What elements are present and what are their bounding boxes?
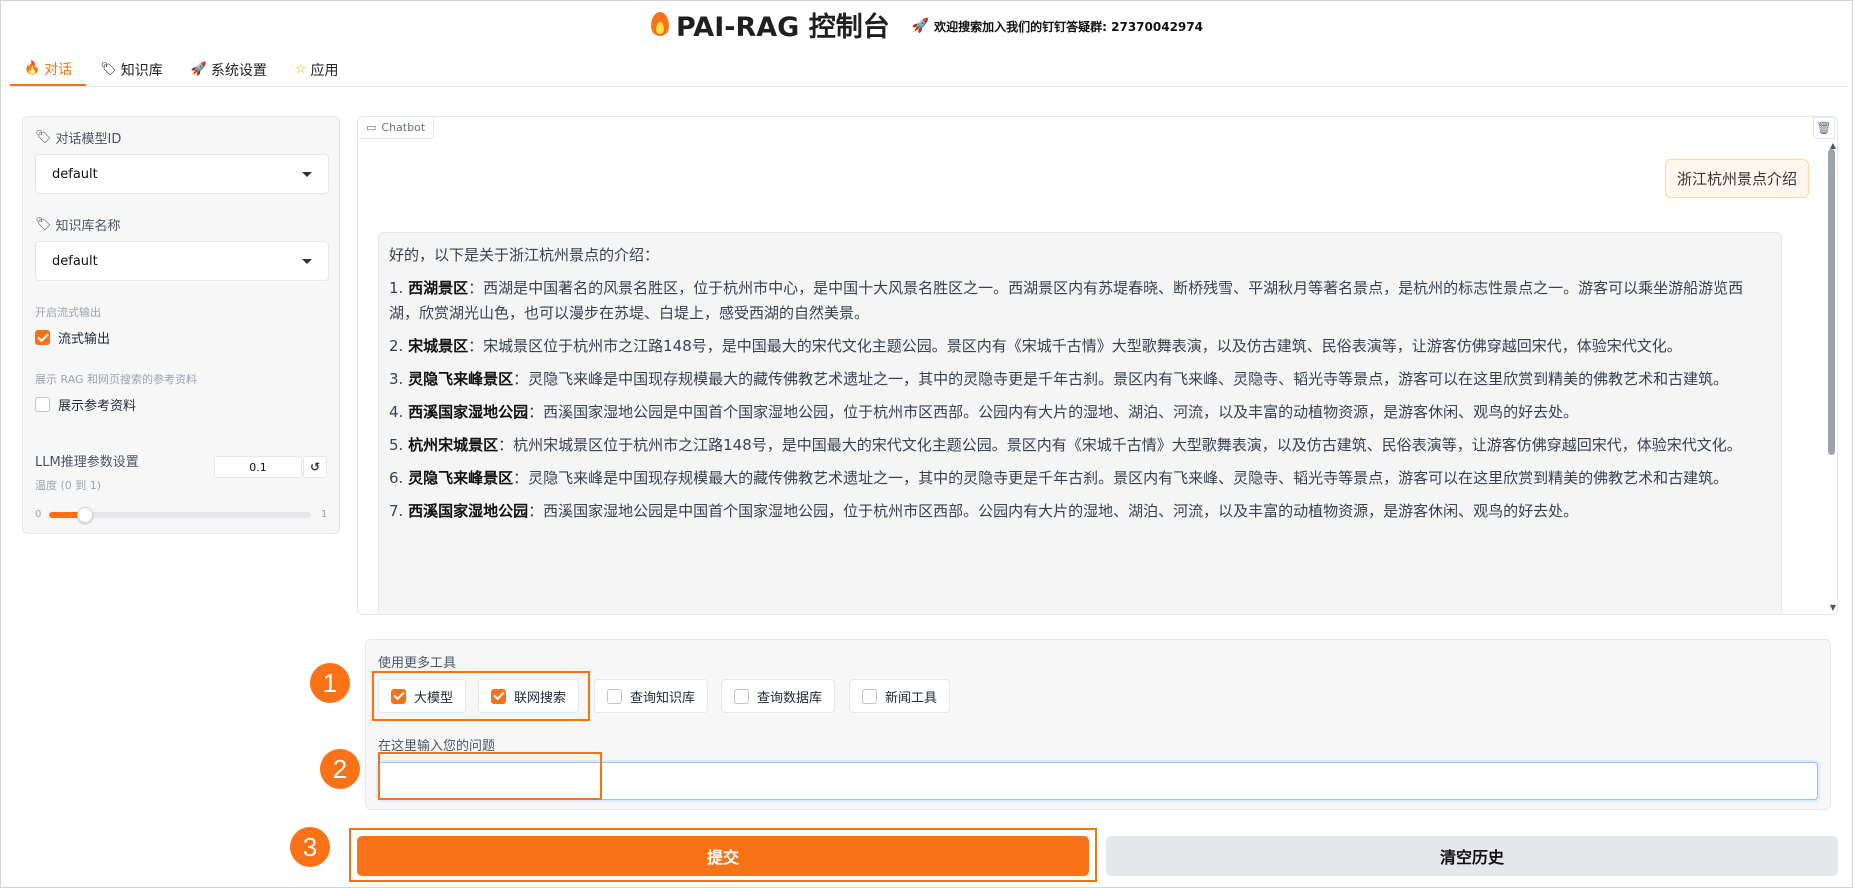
checkbox-checked[interactable] (35, 330, 50, 345)
kb-name-select[interactable]: default (35, 241, 329, 281)
ref-section-label: 展示 RAG 和网页搜索的参考资料 (35, 373, 198, 386)
tab-label: 对话 (44, 61, 73, 78)
bot-message: 好的，以下是关于浙江杭州景点的介绍： 1. 西湖景区：西湖是中国著名的风景名胜区… (378, 232, 1782, 614)
rocket-icon: 🚀 (911, 18, 930, 34)
model-id-select[interactable]: default (35, 154, 329, 194)
notice-text: 欢迎搜索加入我们的钉钉答疑群: 27370042974 (934, 19, 1203, 34)
list-item: 6. 灵隐飞来峰景区：灵隐飞来峰是中国现存规模最大的藏传佛教艺术遗址之一，其中的… (389, 469, 1729, 487)
tool-query-db[interactable]: 查询数据库 (721, 679, 836, 713)
tool-label: 查询知识库 (630, 690, 696, 706)
slider-max: 1 (321, 509, 328, 520)
tag-icon: 🏷 (100, 62, 117, 77)
submit-button[interactable]: 提交 (357, 836, 1089, 876)
stream-output-label: 流式输出 (58, 332, 111, 347)
model-id-label: 🏷 对话模型ID (35, 128, 121, 147)
rocket-icon: 🚀 (190, 62, 207, 77)
show-references-checkbox[interactable]: 展示参考资料 (35, 395, 136, 414)
list-item: 3. 灵隐飞来峰景区：灵隐飞来峰是中国现存规模最大的藏传佛教艺术遗址之一，其中的… (389, 370, 1729, 388)
tools-panel: 使用更多工具 大模型 联网搜索 查询知识库 查询数据库 新闻工具 在这里输入您的… (365, 639, 1831, 810)
chevron-down-icon (302, 258, 312, 264)
step-badge-3: 3 (290, 827, 330, 867)
tab-label: 知识库 (120, 62, 163, 79)
checkbox-unchecked[interactable] (862, 688, 877, 704)
list-item: 1. 西湖景区：西湖是中国著名的风景名胜区，位于杭州市中心，是中国十大风景名胜区… (389, 279, 1744, 322)
tab-label: 应用 (310, 62, 339, 79)
checkbox-checked[interactable] (491, 688, 506, 704)
step-badge-2: 2 (320, 749, 360, 789)
temperature-label: 温度 (0 到 1) (35, 479, 102, 492)
list-item: 7. 西溪国家湿地公园：西溪国家湿地公园是中国首个国家湿地公园，位于杭州市区西部… (389, 502, 1579, 520)
chatbot-label-text: Chatbot (381, 121, 426, 134)
header: PAI-RAG 控制台 🚀 欢迎搜索加入我们的钉钉答疑群: 2737004297… (0, 5, 1853, 44)
chat-scrollbar[interactable] (1828, 149, 1835, 455)
flame-icon (650, 10, 670, 38)
model-id-label-text: 对话模型ID (55, 132, 122, 147)
tab-bar: 🔥 对话 🏷 知识库 🚀 系统设置 ☆ 应用 (10, 53, 353, 86)
star-icon: ☆ (294, 62, 307, 77)
trash-icon[interactable]: 🗑 (1813, 117, 1835, 139)
app-title-text: PAI-RAG 控制台 (676, 11, 890, 43)
show-references-label: 展示参考资料 (58, 399, 137, 414)
tools-title: 使用更多工具 (378, 656, 457, 671)
list-item: 4. 西溪国家湿地公园：西溪国家湿地公园是中国首个国家湿地公园，位于杭州市区西部… (389, 403, 1579, 421)
temperature-input[interactable]: 0.1 (214, 456, 302, 478)
tool-label: 联网搜索 (514, 690, 567, 706)
settings-panel: 🏷 对话模型ID default 🏷 知识库名称 default 开启流式输出 … (22, 116, 340, 534)
tool-llm[interactable]: 大模型 (378, 679, 467, 713)
tool-label: 查询数据库 (757, 690, 823, 706)
temperature-slider[interactable] (49, 507, 311, 523)
kb-name-label-text: 知识库名称 (55, 219, 121, 234)
slider-thumb[interactable] (77, 507, 93, 523)
tool-label: 新闻工具 (885, 690, 938, 706)
chatbot-label: ▭ Chatbot (358, 117, 435, 139)
checkbox-unchecked[interactable] (607, 688, 622, 704)
tool-label: 大模型 (414, 690, 454, 706)
bot-intro: 好的，以下是关于浙江杭州景点的介绍： (389, 246, 660, 264)
tab-divider (10, 86, 1848, 87)
flame-icon: 🔥 (24, 61, 41, 76)
list-item: 5. 杭州宋城景区：杭州宋城景区位于杭州市之江路148号，是中国最大的宋代文化主… (389, 436, 1742, 454)
reset-icon[interactable]: ↺ (303, 456, 327, 478)
tool-query-kb[interactable]: 查询知识库 (594, 679, 709, 713)
user-message: 浙江杭州景点介绍 (1664, 159, 1809, 198)
question-label: 在这里输入您的问题 (378, 739, 496, 754)
tag-icon: 🏷 (35, 130, 52, 145)
kb-name-value: default (52, 253, 98, 269)
chat-bubble-icon: ▭ (366, 121, 377, 134)
slider-min: 0 (35, 509, 42, 520)
clear-history-button[interactable]: 清空历史 (1106, 836, 1838, 876)
list-item: 2. 宋城景区：宋城景区位于杭州市之江路148号，是中国最大的宋代文化主题公园。… (389, 337, 1682, 355)
notice: 🚀 欢迎搜索加入我们的钉钉答疑群: 27370042974 (912, 18, 1203, 35)
tool-news[interactable]: 新闻工具 (849, 679, 951, 713)
kb-name-label: 🏷 知识库名称 (35, 215, 121, 234)
tab-label: 系统设置 (210, 62, 267, 79)
stream-section-label: 开启流式输出 (35, 306, 101, 319)
chatbot-panel: ▭ Chatbot 🗑 浙江杭州景点介绍 好的，以下是关于浙江杭州景点的介绍： … (357, 116, 1838, 615)
stream-output-checkbox[interactable]: 流式输出 (35, 328, 110, 347)
question-input[interactable] (378, 762, 1818, 800)
tab-apps[interactable]: ☆ 应用 (281, 53, 353, 86)
model-id-value: default (52, 166, 98, 182)
step-badge-1: 1 (310, 663, 350, 703)
tool-web-search[interactable]: 联网搜索 (478, 679, 580, 713)
app-title: PAI-RAG 控制台 (650, 5, 890, 44)
checkbox-unchecked[interactable] (734, 688, 749, 704)
scroll-down-icon[interactable]: ▼ (1830, 603, 1836, 612)
llm-params-label: LLM推理参数设置 (35, 455, 139, 470)
tag-icon: 🏷 (35, 217, 52, 232)
tab-chat[interactable]: 🔥 对话 (10, 53, 87, 86)
checkbox-checked[interactable] (391, 688, 406, 704)
chevron-down-icon (302, 171, 312, 177)
checkbox-unchecked[interactable] (35, 397, 50, 412)
tab-settings[interactable]: 🚀 系统设置 (177, 53, 281, 86)
tab-knowledge-base[interactable]: 🏷 知识库 (86, 53, 177, 86)
